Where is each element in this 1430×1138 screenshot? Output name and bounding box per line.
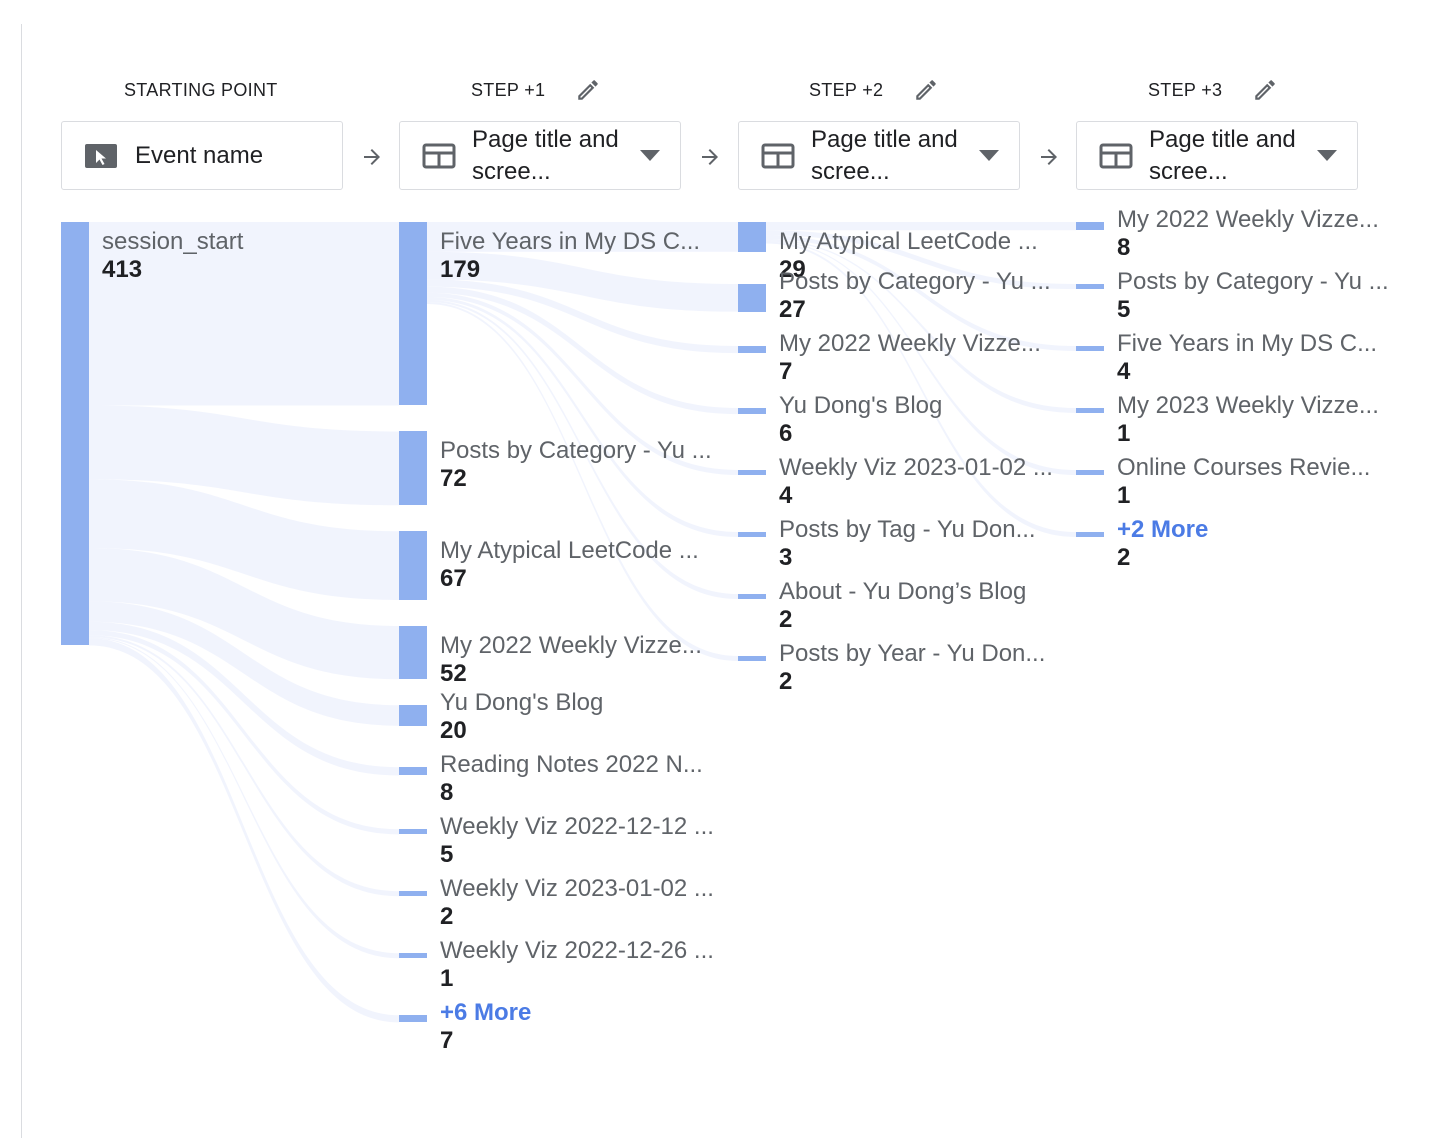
step1-node-6-bar[interactable]	[399, 767, 427, 776]
step1-node-2-value: 72	[440, 465, 467, 493]
step3-node-4-label[interactable]: My 2023 Weekly Vizze...	[1117, 392, 1379, 420]
step2-node-3-label[interactable]: My 2022 Weekly Vizze...	[779, 330, 1041, 358]
step3-node-4-bar[interactable]	[1076, 408, 1104, 413]
step1-node-4-label[interactable]: My 2022 Weekly Vizze...	[440, 632, 702, 660]
step1-node-10-value: 7	[440, 1027, 454, 1055]
start-node-label[interactable]: session_start	[102, 228, 243, 256]
step3-node-1-label[interactable]: My 2022 Weekly Vizze...	[1117, 206, 1379, 234]
step1-node-8-value: 2	[440, 903, 454, 931]
step2-node-4-value: 6	[779, 420, 793, 447]
step1-node-7-bar[interactable]	[399, 829, 427, 835]
step3-node-1-bar[interactable]	[1076, 222, 1104, 231]
step3-node-6-bar[interactable]	[1076, 532, 1104, 537]
flow-start-to-step1-9	[89, 637, 399, 959]
step3-node-3-value: 4	[1117, 358, 1131, 385]
step2-node-3-value: 7	[779, 358, 793, 385]
step1-node-8-label[interactable]: Weekly Viz 2023-01-02 ...	[440, 875, 714, 903]
step1-node-1-value: 179	[440, 256, 481, 283]
step1-node-10-more-link[interactable]: +6 More	[440, 999, 531, 1027]
step1-node-6-label[interactable]: Reading Notes 2022 N...	[440, 751, 703, 779]
flow-step1-to-step2-6	[427, 296, 738, 537]
step3-node-6-more-link[interactable]: +2 More	[1117, 516, 1208, 544]
start-node-bar[interactable]	[61, 222, 89, 646]
step2-node-5-bar[interactable]	[738, 470, 766, 475]
step3-node-5-label[interactable]: Online Courses Revie...	[1117, 454, 1370, 482]
step1-node-3-value: 67	[440, 565, 467, 593]
step1-node-5-label[interactable]: Yu Dong's Blog	[440, 689, 603, 717]
step3-node-3-bar[interactable]	[1076, 346, 1104, 351]
step1-node-7-label[interactable]: Weekly Viz 2022-12-12 ...	[440, 813, 714, 841]
step3-node-2-bar[interactable]	[1076, 284, 1104, 290]
step2-node-2-label[interactable]: Posts by Category - Yu ...	[779, 268, 1051, 296]
step1-node-5-value: 20	[440, 717, 467, 745]
step3-node-4-value: 1	[1117, 420, 1131, 447]
step1-node-4-bar[interactable]	[399, 625, 427, 680]
step1-node-9-bar[interactable]	[399, 953, 427, 959]
step1-node-10-bar[interactable]	[399, 1015, 427, 1023]
step3-node-2-label[interactable]: Posts by Category - Yu ...	[1117, 268, 1389, 296]
step3-node-5-value: 1	[1117, 482, 1131, 509]
step2-node-5-label[interactable]: Weekly Viz 2023-01-02 ...	[779, 454, 1053, 482]
step1-node-8-bar[interactable]	[399, 891, 427, 897]
step2-node-7-bar[interactable]	[738, 594, 766, 599]
step3-node-3-label[interactable]: Five Years in My DS C...	[1117, 330, 1377, 358]
step3-node-2-value: 5	[1117, 296, 1131, 323]
step2-node-4-bar[interactable]	[738, 408, 766, 415]
step1-node-4-value: 52	[440, 659, 467, 687]
start-node-value: 413	[102, 256, 143, 283]
flow-step1-to-step2-8	[427, 301, 738, 661]
step2-node-8-bar[interactable]	[738, 656, 766, 661]
step1-node-3-label[interactable]: My Atypical LeetCode ...	[440, 537, 699, 565]
step1-node-7-value: 5	[440, 841, 454, 869]
step1-node-1-bar[interactable]	[399, 222, 427, 406]
step2-node-8-value: 2	[779, 668, 793, 695]
flow-ribbons	[89, 222, 1076, 1023]
step1-node-1-label[interactable]: Five Years in My DS C...	[440, 228, 700, 256]
step2-node-7-label[interactable]: About - Yu Dong’s Blog	[779, 578, 1026, 606]
step2-node-2-value: 27	[779, 296, 806, 323]
step1-node-9-value: 1	[440, 965, 454, 993]
step2-node-1-label[interactable]: My Atypical LeetCode ...	[779, 228, 1038, 256]
step2-node-6-label[interactable]: Posts by Tag - Yu Don...	[779, 516, 1036, 544]
step1-node-9-label[interactable]: Weekly Viz 2022-12-26 ...	[440, 937, 714, 965]
step2-node-2-bar[interactable]	[738, 284, 766, 312]
step1-node-3-bar[interactable]	[399, 531, 427, 600]
step1-node-5-bar[interactable]	[399, 705, 427, 726]
step2-node-6-bar[interactable]	[738, 532, 766, 537]
step3-node-1-value: 8	[1117, 234, 1131, 261]
step1-node-6-value: 8	[440, 779, 454, 807]
step2-node-8-label[interactable]: Posts by Year - Yu Don...	[779, 640, 1045, 668]
step3-node-6-value: 2	[1117, 544, 1131, 571]
step3-node-5-bar[interactable]	[1076, 470, 1104, 475]
step2-node-7-value: 2	[779, 606, 793, 633]
step2-node-1-bar[interactable]	[738, 222, 766, 252]
step2-node-6-value: 3	[779, 544, 793, 571]
step1-node-2-bar[interactable]	[399, 431, 427, 506]
step2-node-5-value: 4	[779, 482, 793, 509]
step1-node-2-label[interactable]: Posts by Category - Yu ...	[440, 437, 712, 465]
step2-node-4-label[interactable]: Yu Dong's Blog	[779, 392, 942, 420]
step2-node-3-bar[interactable]	[738, 346, 766, 354]
